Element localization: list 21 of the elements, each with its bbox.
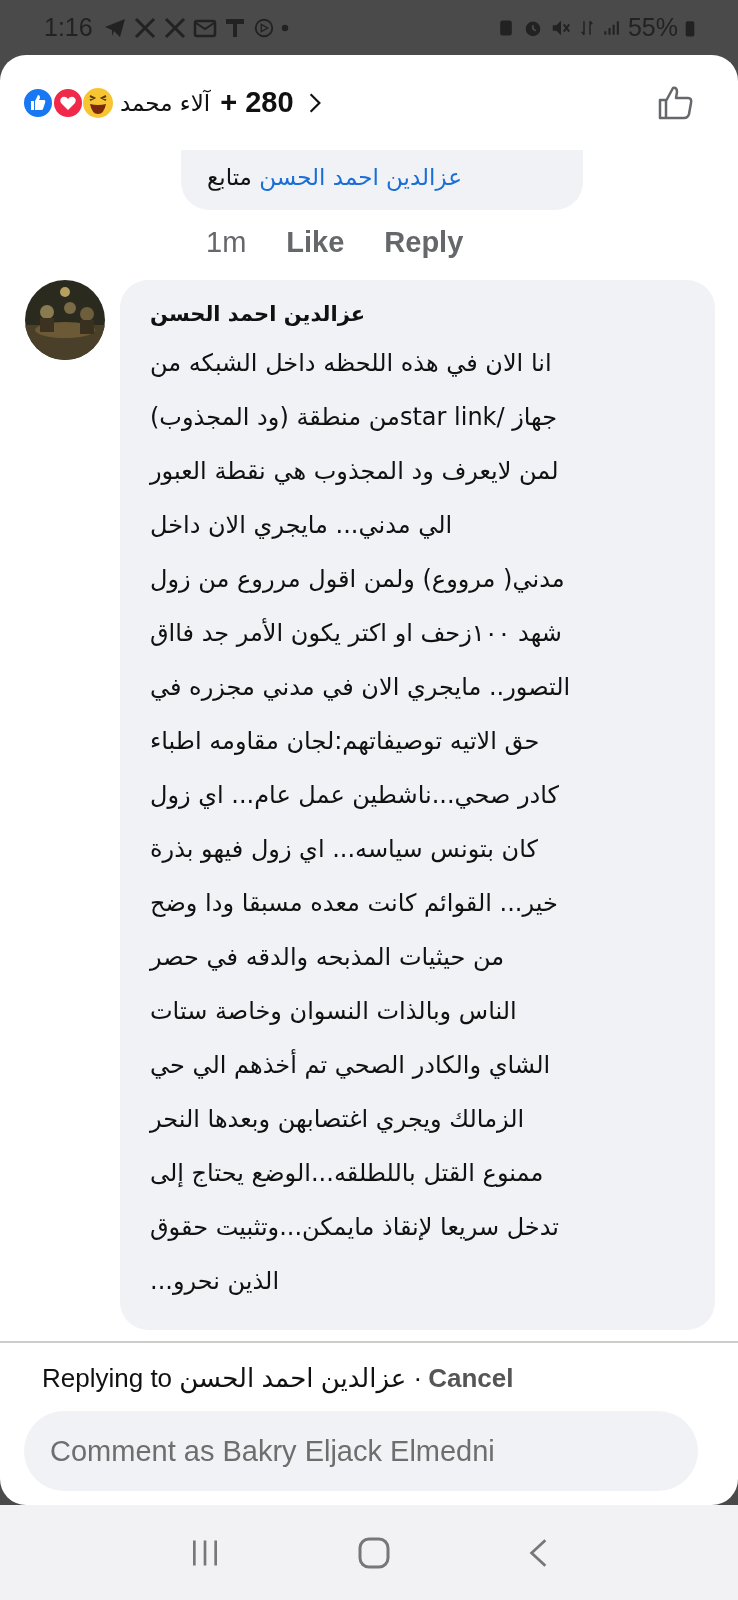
replying-to-text: Replying to عزالدين احمد الحسن · — [42, 1362, 423, 1394]
chevron-right-icon[interactable] — [307, 91, 322, 114]
reactor-name[interactable]: آلاء محمد — [120, 89, 211, 116]
home-icon[interactable] — [358, 1536, 390, 1569]
comment-time: 1m — [206, 225, 247, 259]
x-logo-icon — [132, 15, 157, 40]
x-logo-icon — [162, 15, 187, 40]
like-reaction-icon — [22, 86, 54, 119]
heart-reaction-icon — [52, 86, 84, 119]
reply-text: عزالدين احمد الحسن متابع — [207, 164, 463, 190]
comment-author[interactable]: عزالدين احمد الحسن — [150, 302, 685, 326]
comment-input-field[interactable]: Comment as Bakry Eljack Elmedni — [24, 1411, 698, 1491]
laughing-emoji-icon — [82, 86, 114, 119]
reply-link[interactable]: Reply — [384, 225, 464, 259]
like-link[interactable]: Like — [286, 225, 345, 259]
dot-icon — [280, 23, 289, 32]
reaction-count[interactable]: + 280 — [220, 86, 294, 119]
mention-link[interactable]: عزالدين احمد الحسن — [259, 164, 462, 190]
cancel-link[interactable]: Cancel — [428, 1362, 514, 1394]
comment-text: انا الان في هذه اللحظه داخل الشبكه من جهاز /star linkمن منطقة (ود المجذوب) لمن لايعرف ود المجذوب هي نقطة العبور الي مدني... مايجري الان داخل مدني( مرووع) ولمن اقول مرروع من زول شهد ١٠٠زحف او اكتر يكون الأمر جد فااق التصور.. مايجري الان في مدني مجزره في حق الاتيه توصيفاتهم:لجان مقاومه اطباء كادر صحي...ناشطين عمل عام... اي زول كان بتونس سياسه... اي زول فيهو بذرة خير... القوائم كانت معده مسبقا ودا وضح من حيثيات المذبحه والدقه في حصر الناس وبالذات النسوان وخاصة ستات الشاي والكادر الصحي تم أخذهم الي حي الزمالك ويجري اغتصابهن وبعدها النحر ممنوع القتل باللطلقه...الوضع يحتاج إلى تدخل سريعا لإنقاذ مايمكن...وتثبيت حقوق الذين نحرو... — [150, 348, 572, 1297]
circle-icon — [252, 16, 275, 39]
